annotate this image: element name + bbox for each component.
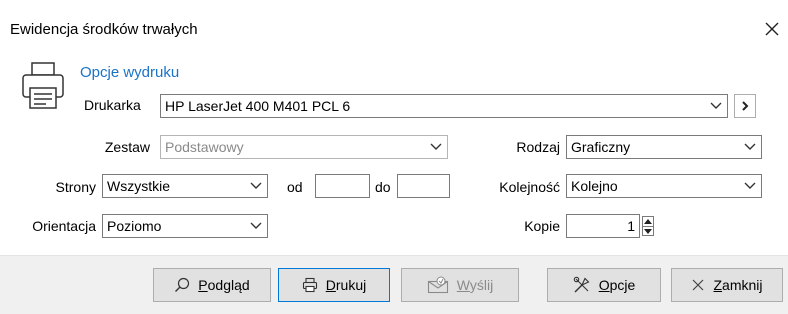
print-icon [302,277,317,293]
print-label: rukuj [335,277,367,293]
print-mnemonic: D [325,277,336,293]
close-mnemonic: Z [713,277,723,293]
rodzaj-value: Graficzny [571,139,631,155]
mail-icon [427,276,448,294]
preview-label: odgląd [207,277,250,293]
od-input[interactable] [315,174,370,198]
kopie-label: Kopie [524,218,560,234]
kolejnosc-label: Kolejność [499,179,560,195]
section-title: Opcje wydruku [80,64,180,81]
kolejnosc-value: Kolejno [571,178,618,194]
chevron-down-icon [744,182,756,189]
rodzaj-label: Rodzaj [516,139,560,155]
orientacja-select[interactable]: Poziomo [102,214,268,238]
chevron-down-icon [250,222,262,229]
search-icon [175,277,190,292]
od-label: od [287,179,303,195]
chevron-right-icon [742,101,749,111]
chevron-down-icon [744,143,756,150]
close-icon[interactable] [761,18,783,40]
print-button[interactable]: Drukuj [278,268,390,302]
printer-icon [20,60,72,112]
options-mnemonic: O [598,277,610,293]
chevron-down-icon [710,102,722,109]
tools-icon [573,276,590,293]
do-label: do [375,179,391,195]
close-label: amknij [722,277,763,293]
printer-more-button[interactable] [734,94,756,118]
kopie-input[interactable]: 1 [566,214,640,238]
close-icon [693,279,704,291]
printer-value: HP LaserJet 400 M401 PCL 6 [165,98,351,114]
printer-label: Drukarka [84,97,141,113]
zestaw-select[interactable]: Podstawowy [160,135,448,159]
send-label: yślij [469,277,494,293]
strony-value: Wszystkie [107,178,170,194]
strony-label: Strony [55,179,96,195]
spin-down-icon[interactable] [643,226,653,235]
preview-button[interactable]: Podgląd [153,268,271,302]
orientacja-label: Orientacja [32,218,96,234]
kopie-spinner[interactable] [642,216,654,236]
rodzaj-select[interactable]: Graficzny [566,135,762,159]
options-label: pcje [609,277,636,293]
send-mnemonic: W [456,277,470,293]
chevron-down-icon [430,143,442,150]
orientacja-value: Poziomo [107,218,162,234]
preview-mnemonic: P [198,277,208,293]
window-title: Ewidencja środków trwałych [10,21,198,38]
kolejnosc-select[interactable]: Kolejno [566,174,762,198]
dialog-footer [0,255,788,314]
chevron-down-icon [250,182,262,189]
close-button[interactable]: Zamknij [671,268,783,302]
options-button[interactable]: Opcje [547,268,661,302]
printer-select[interactable]: HP LaserJet 400 M401 PCL 6 [160,94,728,118]
do-input[interactable] [397,174,450,198]
kopie-value: 1 [627,218,635,234]
strony-select[interactable]: Wszystkie [102,174,268,198]
spin-up-icon[interactable] [643,217,653,226]
zestaw-value: Podstawowy [165,139,244,155]
zestaw-label: Zestaw [104,139,150,155]
send-button[interactable]: Wyślij [401,268,519,302]
